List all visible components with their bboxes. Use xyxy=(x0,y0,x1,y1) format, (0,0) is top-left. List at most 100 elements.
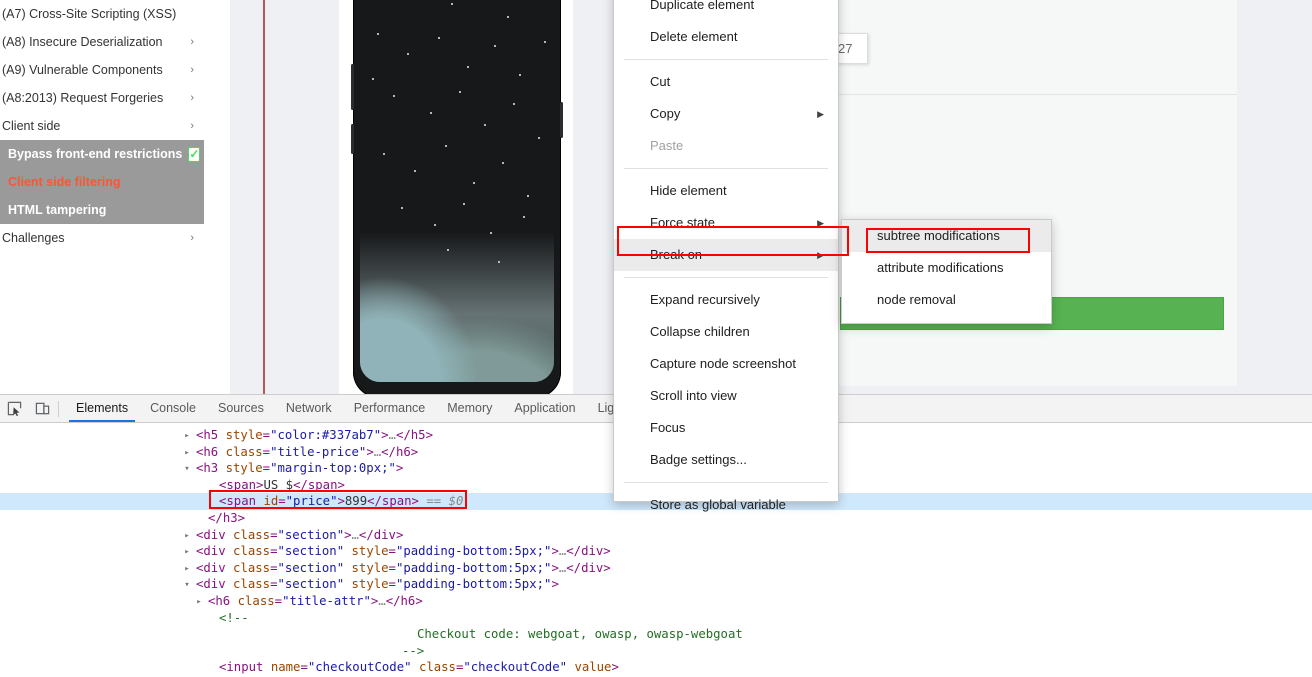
submenu-arrow-icon: ▶ xyxy=(817,109,824,119)
context-menu-item-capture-node-screenshot[interactable]: Capture node screenshot xyxy=(614,348,838,380)
context-menu-item-label: Expand recursively xyxy=(650,292,760,307)
sidebar-item-label: (A8:2013) Request Forgeries xyxy=(2,91,164,105)
disclosure-triangle-icon[interactable]: ▸ xyxy=(182,561,192,578)
sidebar-item-insecure-deserialization[interactable]: (A8) Insecure Deserialization › xyxy=(0,28,204,56)
phone-power-button xyxy=(560,102,563,138)
context-menu-item-focus[interactable]: Focus xyxy=(614,412,838,444)
context-menu-item-force-state[interactable]: Force state ▶ xyxy=(614,207,838,239)
tab-application[interactable]: Application xyxy=(503,395,586,422)
context-menu-item-label: Force state xyxy=(650,215,716,230)
sidebar-subitem-label: Bypass front-end restrictions xyxy=(8,147,183,161)
context-menu-item-label: Paste xyxy=(650,138,684,153)
sidebar-item-label: Client side xyxy=(2,119,61,133)
chevron-right-icon: › xyxy=(190,91,194,104)
tab-console[interactable]: Console xyxy=(139,395,207,422)
dom-row[interactable]: ▸ <h6 class="title-attr">…</h6> xyxy=(0,593,1312,610)
submenu-item-attribute-modifications[interactable]: attribute modifications xyxy=(842,252,1051,284)
dom-row-content: --> xyxy=(402,643,425,658)
submenu-arrow-icon: ▶ xyxy=(817,250,824,260)
tab-performance[interactable]: Performance xyxy=(343,395,437,422)
dom-row[interactable]: Checkout code: webgoat, owasp, owasp-web… xyxy=(0,626,1312,643)
sidebar-item-vulnerable-components[interactable]: (A9) Vulnerable Components › xyxy=(0,56,204,84)
page-gutter-inner xyxy=(230,0,263,394)
dom-row[interactable]: ▸ <div class="section" style="padding-bot… xyxy=(0,560,1312,577)
dom-row-content: <span>US $</span> xyxy=(219,477,345,492)
page-gutter-left xyxy=(204,0,230,394)
context-menu[interactable]: Duplicate element Delete element Cut Copy ▶ P… xyxy=(613,0,839,512)
dom-row-content: <span id="price">899</span> == $0 xyxy=(219,494,464,509)
sidebar-item-client-side[interactable]: Client side › xyxy=(0,112,204,140)
sidebar-item-xss[interactable]: (A7) Cross-Site Scripting (XSS) xyxy=(0,0,204,28)
dom-row[interactable]: <!-- xyxy=(0,610,1312,627)
dom-row-content: <h5 style="color:#337ab7">…</h5> xyxy=(196,428,433,442)
sidebar-item-request-forgeries[interactable]: (A8:2013) Request Forgeries › xyxy=(0,84,204,112)
panel-divider xyxy=(839,94,1238,95)
dom-row[interactable]: ▸ <div class="section">…</div> xyxy=(0,527,1312,544)
chevron-right-icon: › xyxy=(190,63,194,76)
product-detail-panel: 27 xyxy=(831,0,1238,386)
tab-sources[interactable]: Sources xyxy=(207,395,275,422)
context-menu-item-scroll-into-view[interactable]: Scroll into view xyxy=(614,380,838,412)
sidebar-item-label: (A9) Vulnerable Components xyxy=(2,63,163,77)
sidebar-item-bypass-front-end-restrictions[interactable]: Bypass front-end restrictions ✓ xyxy=(0,140,204,168)
disclosure-triangle-icon[interactable]: ▸ xyxy=(182,445,192,462)
context-menu-item-badge-settings[interactable]: Badge settings... xyxy=(614,444,838,476)
devtools-tabs: Elements Console Sources Network Perform… xyxy=(65,395,643,422)
context-menu-item-store-as-global-variable[interactable]: Store as global variable xyxy=(614,489,838,521)
disclosure-triangle-icon[interactable]: ▾ xyxy=(182,461,192,478)
context-menu-item-collapse-children[interactable]: Collapse children xyxy=(614,316,838,348)
disclosure-triangle-icon[interactable]: ▸ xyxy=(194,594,204,611)
sidebar-item-html-tampering[interactable]: HTML tampering xyxy=(0,196,204,224)
dom-row-content: </h3> xyxy=(208,510,246,525)
dom-row[interactable]: ▸ <div class="section" style="padding-bot… xyxy=(0,543,1312,560)
submenu-item-label: attribute modifications xyxy=(877,260,1004,275)
context-menu-item-hide-element[interactable]: Hide element xyxy=(614,175,838,207)
disclosure-triangle-icon[interactable]: ▸ xyxy=(182,428,192,445)
tab-label: Sources xyxy=(217,401,264,415)
context-menu-item-delete-element[interactable]: Delete element xyxy=(614,21,838,53)
context-menu-item-label: Focus xyxy=(650,420,686,435)
sidebar-item-label: (A7) Cross-Site Scripting (XSS) xyxy=(2,7,177,21)
dom-row-content: <div class="section" style="padding-bott… xyxy=(196,544,611,559)
tab-elements[interactable]: Elements xyxy=(65,395,139,422)
disclosure-triangle-icon[interactable]: ▸ xyxy=(182,528,192,545)
context-menu-item-expand-recursively[interactable]: Expand recursively xyxy=(614,284,838,316)
sidebar-subitem-label: Client side filtering xyxy=(8,175,121,189)
context-menu-item-label: Scroll into view xyxy=(650,388,737,403)
context-menu-item-cut[interactable]: Cut xyxy=(614,66,838,98)
phone-product-image xyxy=(351,0,563,394)
disclosure-triangle-icon[interactable]: ▸ xyxy=(182,544,192,561)
tab-label: Console xyxy=(150,401,196,415)
context-menu-item-break-on[interactable]: Break on ▶ xyxy=(614,239,838,271)
context-menu-item-label: Hide element xyxy=(650,183,727,198)
submenu-item-subtree-modifications[interactable]: subtree modifications xyxy=(842,220,1051,252)
disclosure-triangle-icon[interactable]: ▾ xyxy=(182,577,192,594)
dom-row-content: <h6 class="title-attr">…</h6> xyxy=(208,593,423,608)
sidebar-item-challenges[interactable]: Challenges › xyxy=(0,224,204,252)
context-submenu-break-on[interactable]: subtree modifications attribute modificat… xyxy=(841,219,1052,324)
tab-network[interactable]: Network xyxy=(275,395,343,422)
dom-row[interactable]: <input name="checkoutCode" class="checko… xyxy=(0,659,1312,676)
submenu-item-node-removal[interactable]: node removal xyxy=(842,284,1051,316)
context-menu-item-label: Store as global variable xyxy=(650,497,786,512)
dom-row-content: Checkout code: webgoat, owasp, owasp-web… xyxy=(417,627,743,642)
dom-row-content: <input name="checkoutCode" class="checko… xyxy=(219,660,619,675)
context-menu-item-label: Delete element xyxy=(650,29,738,44)
context-menu-item-copy[interactable]: Copy ▶ xyxy=(614,98,838,130)
chevron-right-icon: › xyxy=(190,231,194,244)
context-menu-item-duplicate-element[interactable]: Duplicate element xyxy=(614,0,838,21)
tab-label: Network xyxy=(285,401,332,415)
sidebar-item-client-side-filtering[interactable]: Client side filtering xyxy=(0,168,204,196)
context-menu-item-label: Badge settings... xyxy=(650,452,747,467)
inspect-element-button[interactable] xyxy=(0,396,28,422)
dom-row[interactable]: --> xyxy=(0,643,1312,660)
context-menu-item-label: Copy xyxy=(650,106,681,121)
phone-screen-wallpaper xyxy=(360,0,554,382)
context-menu-item-label: Break on xyxy=(650,247,703,262)
tab-memory[interactable]: Memory xyxy=(436,395,503,422)
context-menu-divider xyxy=(624,59,828,60)
submenu-arrow-icon: ▶ xyxy=(817,218,824,228)
dom-row[interactable]: ▾ <div class="section" style="padding-bot… xyxy=(0,576,1312,593)
tab-label: Application xyxy=(514,401,576,415)
device-toolbar-button[interactable] xyxy=(28,396,56,422)
